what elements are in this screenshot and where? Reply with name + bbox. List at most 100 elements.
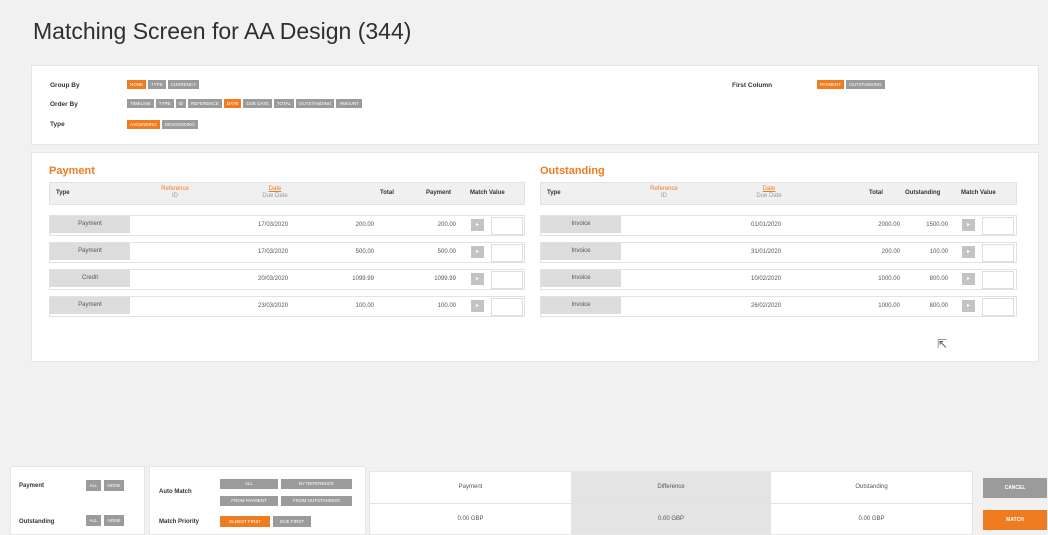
due-first-button[interactable]: DUE FIRST [273,516,311,527]
match-value-input[interactable] [982,217,1014,235]
group-by-options: NONE TYPE CURRENCY [127,80,200,89]
outstanding-select-all-button[interactable]: ALL [86,515,101,526]
payment-row-total: 100.00 [355,303,374,309]
order-by-total-button[interactable]: TOTAL [273,99,294,108]
fill-match-button[interactable]: ▸ [962,273,975,285]
payment-col-due-date-label: Due Date [262,193,288,199]
first-column-options: PAYMENT OUTSTANDING [817,80,885,89]
outstanding-row[interactable]: Invoice 01/01/2020 2000.00 1500.00 ▸ [540,215,1017,236]
payment-row-payment: 200.00 [437,222,456,228]
fill-match-button[interactable]: ▸ [471,273,484,285]
order-by-amount-button[interactable]: AMOUNT [336,99,362,108]
outstanding-section-title: Outstanding [540,165,605,177]
auto-match-by-reference-button[interactable]: BY REFERENCE [281,479,352,489]
payment-row[interactable]: Payment 17/03/2020 200.00 200.00 ▸ [49,215,525,236]
payment-col-date[interactable]: Date Due Date [250,186,300,199]
payment-col-match-value: Match Value [470,190,505,196]
cancel-button[interactable]: CANCEL [983,478,1047,498]
match-value-input[interactable] [982,298,1014,316]
group-by-currency-button[interactable]: CURRENCY [167,80,200,89]
outstanding-col-date[interactable]: Date Due Date [744,186,794,199]
fill-match-button[interactable]: ▸ [471,219,484,231]
summary-outstanding-value: 0.00 GBP [858,516,885,522]
payment-row-type: Payment [50,216,130,233]
auto-match-all-button[interactable]: ALL [220,479,278,489]
match-value-input[interactable] [491,271,523,289]
outstanding-select-none-button[interactable]: NONE [104,515,124,526]
payment-row-total: 200.00 [355,222,374,228]
group-by-type-button[interactable]: TYPE [148,80,166,89]
payment-row-total: 500.00 [355,249,374,255]
match-value-input[interactable] [491,217,523,235]
type-ascending-button[interactable]: ASCENDING [127,120,160,129]
summary-payment-label: Payment [458,484,483,490]
payment-row-total: 1099.99 [352,276,374,282]
outstanding-row-due-date: 01/01/2020 [751,222,782,228]
outstanding-row-total: 200.00 [881,249,900,255]
match-value-input[interactable] [491,244,523,262]
payment-row-type: Payment [50,243,130,260]
payment-select-all-button[interactable]: ALL [86,480,101,491]
order-by-type-button[interactable]: TYPE [155,99,174,108]
outstanding-col-outstanding: Outstanding [905,190,941,196]
fill-match-button[interactable]: ▸ [471,246,484,258]
payment-row-payment: 1099.99 [434,276,456,282]
auto-match-label: Auto Match [159,489,192,495]
page-title: Matching Screen for AA Design (344) [33,18,412,44]
order-by-due-date-button[interactable]: DUE DATE [243,99,272,108]
order-by-outstanding-button[interactable]: OUTSTANDING [295,99,335,108]
outstanding-row[interactable]: Invoice 26/02/2020 1000.00 800.00 ▸ [540,296,1017,317]
payment-row-date: 17/03/2020 [258,222,289,228]
mouse-cursor-icon: ⇱ [937,337,948,351]
order-by-timeline-button[interactable]: TIMELINE [127,99,154,108]
outstanding-row-due-date: 26/02/2020 [751,303,782,309]
fill-match-button[interactable]: ▸ [471,300,484,312]
outstanding-row[interactable]: Invoice 31/01/2020 200.00 100.00 ▸ [540,242,1017,263]
group-by-label: Group By [50,82,80,89]
auto-match-panel: Auto Match ALL BY REFERENCE FROM PAYMENT… [149,466,366,535]
payment-row-payment: 500.00 [437,249,456,255]
outstanding-row-total: 1000.00 [878,303,900,309]
payment-row-payment: 100.00 [437,303,456,309]
type-descending-button[interactable]: DESCENDING [161,120,198,129]
payment-row-date: 23/03/2020 [258,303,289,309]
match-value-input[interactable] [982,244,1014,262]
arrow-right-icon: ▸ [966,276,970,282]
order-by-options: TIMELINE TYPE ID REFERENCE DATE DUE DATE… [127,99,362,108]
outstanding-row-outstanding: 800.00 [929,276,948,282]
outstanding-col-reference[interactable]: Reference ID [639,186,689,199]
outstanding-row[interactable]: Invoice 10/02/2020 1000.00 800.00 ▸ [540,269,1017,290]
match-button[interactable]: MATCH [983,510,1047,530]
fill-match-button[interactable]: ▸ [962,219,975,231]
match-value-input[interactable] [982,271,1014,289]
payment-row[interactable]: Payment 17/03/2020 500.00 500.00 ▸ [49,242,525,263]
outstanding-row-due-date: 31/01/2020 [751,249,782,255]
arrow-right-icon: ▸ [966,249,970,255]
order-by-reference-button[interactable]: REFERENCE [188,99,222,108]
options-panel: Group By NONE TYPE CURRENCY Order By TIM… [31,65,1039,145]
order-by-id-button[interactable]: ID [175,99,187,108]
type-label: Type [50,121,65,128]
payment-row[interactable]: Payment 23/03/2020 100.00 100.00 ▸ [49,296,525,317]
outstanding-row-due-date: 10/02/2020 [751,276,782,282]
payment-select-none-button[interactable]: NONE [104,480,124,491]
fill-match-button[interactable]: ▸ [962,300,975,312]
outstanding-row-type: Invoice [541,216,621,233]
summary-divider [370,503,972,504]
oldest-first-button[interactable]: OLDEST FIRST [220,516,270,527]
auto-match-from-payment-button[interactable]: FROM PAYMENT [220,496,278,506]
match-priority-label: Match Priority [159,519,200,525]
match-value-input[interactable] [491,298,523,316]
payment-row[interactable]: Credit 20/03/2020 1099.99 1099.99 ▸ [49,269,525,290]
outstanding-col-date-label: Date [762,186,776,192]
first-column-payment-button[interactable]: PAYMENT [817,80,845,89]
group-by-none-button[interactable]: NONE [127,80,147,89]
payment-row-date: 17/03/2020 [258,249,289,255]
first-column-label: First Column [732,82,773,89]
order-by-date-button[interactable]: DATE [223,99,242,108]
payment-col-reference[interactable]: Reference ID [150,186,200,199]
arrow-right-icon: ▸ [475,276,479,282]
auto-match-from-outstanding-button[interactable]: FROM OUTSTANDING [281,496,352,506]
fill-match-button[interactable]: ▸ [962,246,975,258]
first-column-outstanding-button[interactable]: OUTSTANDING [846,80,885,89]
